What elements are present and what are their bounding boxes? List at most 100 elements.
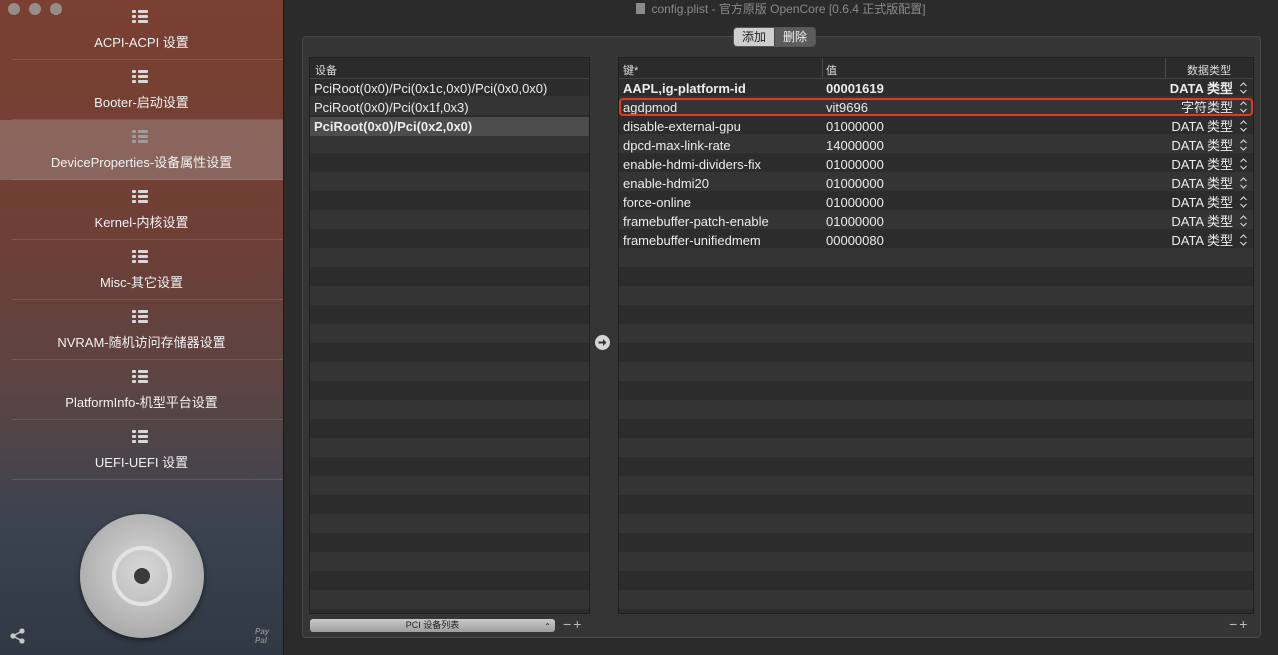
property-type[interactable]: DATA 类型 [1171, 155, 1233, 174]
property-row[interactable]: dpcd-max-link-rate 14000000 DATA 类型 [619, 136, 1253, 155]
share-icon[interactable] [9, 627, 27, 645]
sidebar-item-label: UEFI-UEFI 设置 [94, 455, 189, 470]
property-value: 01000000 [826, 176, 884, 191]
property-key: enable-hdmi20 [623, 176, 710, 191]
window-title-text: config.plist - 官方原版 OpenCore [0.6.4 正式版配… [651, 2, 926, 16]
property-value: 00001619 [826, 81, 884, 96]
sidebar-item[interactable]: NVRAM-随机访问存储器设置 [0, 300, 283, 360]
sidebar-item[interactable]: PlatformInfo-机型平台设置 [0, 360, 283, 420]
sidebar-item[interactable]: ACPI-ACPI 设置 [0, 0, 283, 60]
remove-device-button[interactable]: − [563, 616, 573, 632]
sidebar-item-label: ACPI-ACPI 设置 [94, 35, 189, 50]
property-type[interactable]: DATA 类型 [1171, 136, 1233, 155]
disk-center [134, 568, 150, 584]
chevron-updown-icon[interactable] [1240, 195, 1247, 209]
sidebar-item-label: PlatformInfo-机型平台设置 [65, 395, 218, 410]
property-row[interactable]: AAPL,ig-platform-id 00001619 DATA 类型 [619, 79, 1253, 98]
property-row[interactable]: framebuffer-unifiedmem 00000080 DATA 类型 [619, 231, 1253, 250]
divider [12, 479, 283, 480]
list-icon [132, 430, 148, 444]
sidebar-item-label: Kernel-内核设置 [94, 215, 189, 230]
column-divider [822, 58, 823, 78]
property-type[interactable]: DATA 类型 [1171, 174, 1233, 193]
list-icon [132, 250, 148, 264]
device-add-remove: −+ [563, 616, 583, 632]
property-key: framebuffer-unifiedmem [623, 233, 761, 248]
property-value: 14000000 [826, 138, 884, 153]
sidebar-item[interactable]: DeviceProperties-设备属性设置 [0, 120, 283, 180]
property-row[interactable]: framebuffer-patch-enable 01000000 DATA 类型 [619, 212, 1253, 231]
sidebar-item[interactable]: Booter-启动设置 [0, 60, 283, 120]
device-path: PciRoot(0x0)/Pci(0x1c,0x0)/Pci(0x0,0x0) [314, 81, 548, 96]
property-key: AAPL,ig-platform-id [623, 81, 746, 96]
device-row[interactable]: PciRoot(0x0)/Pci(0x1f,0x3) [310, 98, 589, 117]
sidebar-item-label: Misc-其它设置 [99, 275, 184, 290]
remove-property-button[interactable]: − [1229, 616, 1239, 632]
property-key: dpcd-max-link-rate [623, 138, 731, 153]
chevron-updown-icon[interactable] [1240, 138, 1247, 152]
property-value: 01000000 [826, 157, 884, 172]
device-rows: PciRoot(0x0)/Pci(0x1c,0x0)/Pci(0x0,0x0) P… [310, 79, 589, 136]
property-value: 01000000 [826, 195, 884, 210]
column-divider [1165, 58, 1166, 78]
chevron-updown-icon[interactable] [1240, 233, 1247, 247]
property-key: force-online [623, 195, 691, 210]
property-type[interactable]: DATA 类型 [1171, 193, 1233, 212]
property-rows: AAPL,ig-platform-id 00001619 DATA 类型 agdpmo… [619, 79, 1253, 250]
highlight-box [619, 98, 1253, 116]
chevron-updown-icon[interactable] [1240, 176, 1247, 190]
type-column-header[interactable]: 数据类型 [1187, 62, 1231, 78]
property-key: enable-hdmi-dividers-fix [623, 157, 761, 172]
device-path: PciRoot(0x0)/Pci(0x1f,0x3) [314, 100, 469, 115]
property-key: framebuffer-patch-enable [623, 214, 769, 229]
property-row[interactable]: agdpmod vit9696 字符类型 [619, 98, 1253, 117]
window-title: config.plist - 官方原版 OpenCore [0.6.4 正式版配… [284, 0, 1278, 16]
sidebar-item-label: DeviceProperties-设备属性设置 [50, 155, 233, 170]
add-tab[interactable]: 添加 [734, 28, 775, 46]
property-row[interactable]: enable-hdmi20 01000000 DATA 类型 [619, 174, 1253, 193]
property-type[interactable]: DATA 类型 [1171, 212, 1233, 231]
sidebar-item[interactable]: Misc-其它设置 [0, 240, 283, 300]
sidebar: ACPI-ACPI 设置 Booter-启动设置 DeviceProperties-… [0, 0, 284, 655]
property-row[interactable]: disable-external-gpu 01000000 DATA 类型 [619, 117, 1253, 136]
sidebar-item-label: NVRAM-随机访问存储器设置 [57, 335, 226, 350]
sidebar-item-label: Booter-启动设置 [94, 95, 189, 110]
property-key: disable-external-gpu [623, 119, 741, 134]
key-column-header[interactable]: 键* [623, 62, 638, 78]
device-row[interactable]: PciRoot(0x0)/Pci(0x1c,0x0)/Pci(0x0,0x0) [310, 79, 589, 98]
list-icon [132, 190, 148, 204]
chevron-updown-icon[interactable] [1240, 81, 1247, 95]
chevron-updown-icon[interactable] [1240, 157, 1247, 171]
sidebar-item[interactable]: Kernel-内核设置 [0, 180, 283, 240]
list-icon [132, 70, 148, 84]
list-icon [132, 130, 148, 144]
property-type[interactable]: DATA 类型 [1171, 231, 1233, 250]
property-row[interactable]: force-online 01000000 DATA 类型 [619, 193, 1253, 212]
paypal-logo[interactable]: Pay Pal [255, 627, 269, 645]
document-icon [636, 3, 646, 14]
property-value: 00000080 [826, 233, 884, 248]
pci-device-list-popup[interactable]: PCI 设备列表 ⌃ [310, 619, 555, 632]
add-property-button[interactable]: + [1239, 616, 1249, 632]
device-column-header[interactable]: 设备 [315, 62, 337, 78]
value-column-header[interactable]: 值 [826, 62, 837, 78]
arrow-right-icon[interactable] [595, 335, 610, 350]
add-device-button[interactable]: + [573, 616, 583, 632]
delete-tab[interactable]: 删除 [774, 28, 816, 46]
list-icon [132, 10, 148, 24]
property-table: 键* 值 数据类型 AAPL,ig-platform-id 00001619 DAT… [618, 57, 1254, 614]
property-add-remove: −+ [1229, 616, 1249, 632]
add-delete-segment: 添加 删除 [733, 27, 817, 47]
property-type[interactable]: DATA 类型 [1171, 117, 1233, 136]
opencore-disk-logo [80, 514, 204, 638]
chevron-updown-icon[interactable] [1240, 119, 1247, 133]
device-table-header: 设备 [310, 58, 589, 79]
device-table: 设备 PciRoot(0x0)/Pci(0x1c,0x0)/Pci(0x0,0x… [309, 57, 590, 614]
popup-label: PCI 设备列表 [405, 620, 460, 630]
device-row[interactable]: PciRoot(0x0)/Pci(0x2,0x0) [310, 117, 589, 136]
chevron-updown-icon[interactable] [1240, 214, 1247, 228]
property-type[interactable]: DATA 类型 [1170, 79, 1233, 98]
property-row[interactable]: enable-hdmi-dividers-fix 01000000 DATA 类型 [619, 155, 1253, 174]
list-icon [132, 310, 148, 324]
sidebar-item[interactable]: UEFI-UEFI 设置 [0, 420, 283, 480]
